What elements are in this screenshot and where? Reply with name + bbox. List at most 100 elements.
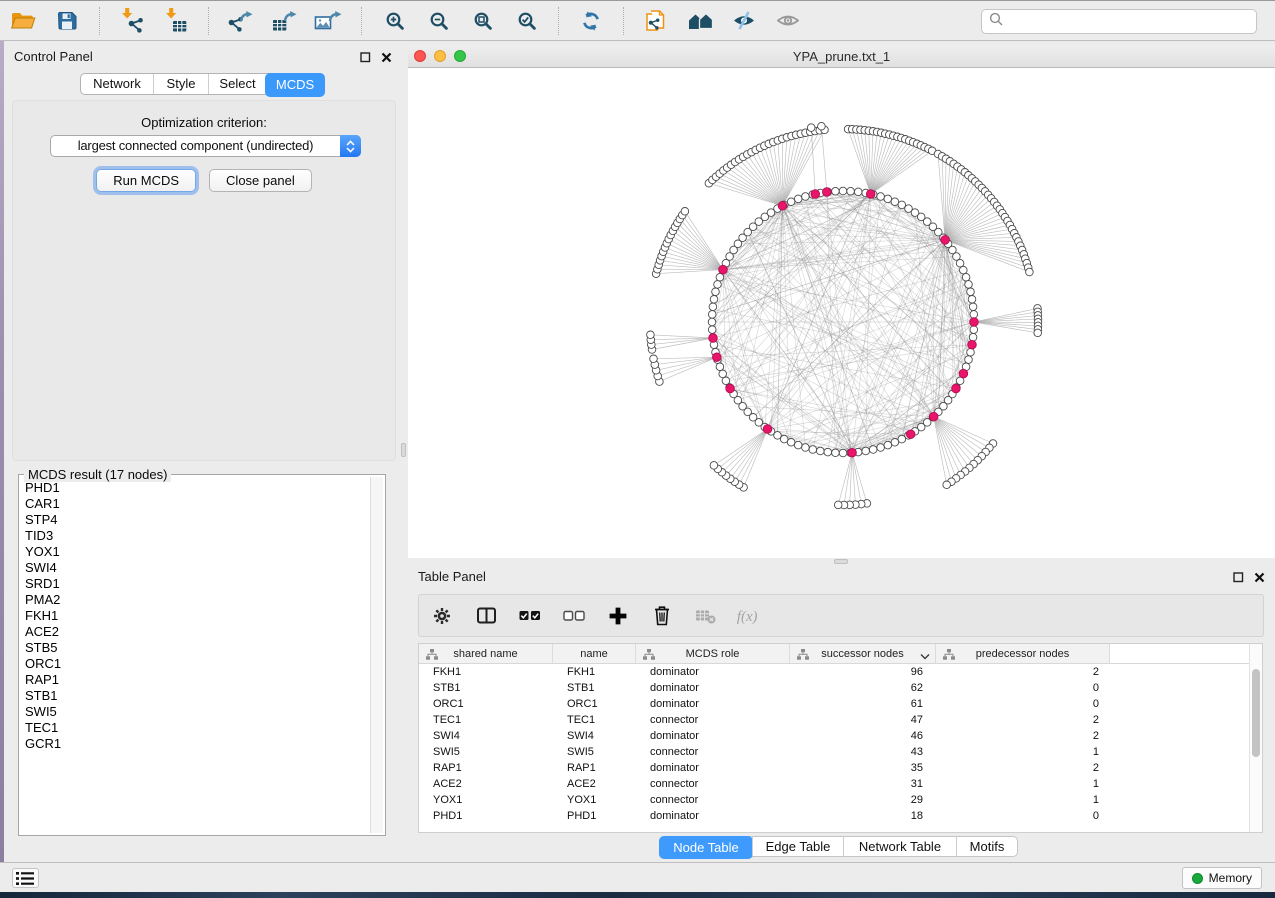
mcds-result-item[interactable]: SWI5 — [25, 704, 369, 720]
zoom-selected-icon[interactable] — [511, 6, 541, 36]
mcds-result-item[interactable]: ORC1 — [25, 656, 369, 672]
mcds-result-item[interactable]: GCR1 — [25, 736, 369, 752]
export-image-icon[interactable] — [314, 6, 344, 36]
table-tabs: Node Table Edge Table Network Table Moti… — [659, 836, 1018, 857]
criterion-dropdown[interactable]: largest connected component (undirected) — [50, 135, 361, 157]
mcds-result-item[interactable]: PMA2 — [25, 592, 369, 608]
table-row[interactable]: YOX1YOX1connector291 — [419, 792, 1262, 808]
table-row[interactable]: PHD1PHD1dominator180 — [419, 808, 1262, 824]
import-table-icon[interactable] — [161, 6, 191, 36]
mcds-result-item[interactable]: SRD1 — [25, 576, 369, 592]
node-table-body: FKH1FKH1dominator962STB1STB1dominator620… — [419, 664, 1262, 824]
task-history-button[interactable] — [12, 868, 39, 888]
table-row[interactable]: STB1STB1dominator620 — [419, 680, 1262, 696]
scrollbar-thumb[interactable] — [1252, 669, 1260, 757]
table-cell-shared-name: FKH1 — [419, 664, 553, 680]
mcds-result-group: MCDS result (17 nodes) PHD1CAR1STP4TID3Y… — [18, 474, 386, 836]
close-panel-icon[interactable] — [1254, 570, 1265, 588]
mcds-result-item[interactable]: TEC1 — [25, 720, 369, 736]
mcds-result-item[interactable]: FKH1 — [25, 608, 369, 624]
select-all-icon[interactable] — [516, 602, 544, 630]
add-column-icon[interactable] — [604, 602, 632, 630]
import-network-icon[interactable] — [117, 6, 147, 36]
close-panel-icon[interactable] — [381, 50, 392, 68]
window-maximize-icon[interactable] — [454, 50, 466, 62]
network-graph[interactable] — [408, 68, 1275, 558]
tab-select[interactable]: Select — [208, 74, 266, 94]
close-panel-button[interactable]: Close panel — [209, 169, 312, 192]
clone-network-icon[interactable] — [641, 6, 671, 36]
tab-mcds[interactable]: MCDS — [265, 73, 325, 97]
network-window-titlebar: YPA_prune.txt_1 — [408, 45, 1275, 68]
table-row[interactable]: ORC1ORC1dominator610 — [419, 696, 1262, 712]
column-header-predecessor-nodes[interactable]: predecessor nodes — [936, 644, 1110, 663]
export-network-icon[interactable] — [226, 6, 256, 36]
split-view-icon[interactable] — [472, 602, 500, 630]
table-scrollbar[interactable] — [1249, 644, 1262, 832]
table-row[interactable]: SWI4SWI4dominator462 — [419, 728, 1262, 744]
memory-button[interactable]: Memory — [1182, 867, 1262, 889]
memory-status-icon — [1192, 873, 1203, 884]
save-icon[interactable] — [52, 6, 82, 36]
column-header-shared-name[interactable]: shared name — [419, 644, 553, 663]
mcds-result-item[interactable]: RAP1 — [25, 672, 369, 688]
export-table-icon[interactable] — [270, 6, 300, 36]
result-scrollbar[interactable] — [370, 477, 383, 833]
tab-edge-table[interactable]: Edge Table — [752, 837, 843, 856]
table-cell-predecessor-nodes: 2 — [936, 728, 1110, 744]
tab-network[interactable]: Network — [81, 74, 153, 94]
table-row[interactable]: SWI5SWI5connector431 — [419, 744, 1262, 760]
control-panel-title: Control Panel — [14, 49, 93, 64]
network-view[interactable] — [408, 68, 1275, 558]
table-row[interactable]: ACE2ACE2connector311 — [419, 776, 1262, 792]
vertical-split-divider[interactable] — [400, 41, 408, 862]
refresh-layout-icon[interactable] — [576, 6, 606, 36]
mcds-result-item[interactable]: SWI4 — [25, 560, 369, 576]
network-overview-icon[interactable] — [685, 6, 715, 36]
open-folder-icon[interactable] — [8, 6, 38, 36]
float-panel-icon[interactable] — [360, 50, 371, 68]
window-minimize-icon[interactable] — [434, 50, 446, 62]
tab-network-table[interactable]: Network Table — [843, 837, 956, 856]
column-header-successor-nodes[interactable]: successor nodes — [790, 644, 936, 663]
toolbar-separator — [361, 7, 362, 35]
mcds-tab-content: Optimization criterion: largest connecte… — [12, 100, 396, 461]
search-field[interactable] — [981, 9, 1257, 34]
hide-graphics-details-icon[interactable] — [729, 6, 759, 36]
table-row[interactable]: TEC1TEC1connector472 — [419, 712, 1262, 728]
delete-column-icon[interactable] — [648, 602, 676, 630]
column-header-mcds-role[interactable]: MCDS role — [636, 644, 790, 663]
table-cell-shared-name: STB1 — [419, 680, 553, 696]
mcds-result-item[interactable]: ACE2 — [25, 624, 369, 640]
mcds-result-item[interactable]: STB5 — [25, 640, 369, 656]
zoom-in-icon[interactable] — [379, 6, 409, 36]
gear-icon[interactable] — [428, 602, 456, 630]
divider-grip-icon[interactable] — [834, 559, 848, 564]
zoom-out-icon[interactable] — [423, 6, 453, 36]
search-input[interactable] — [1007, 10, 1256, 33]
show-graphics-details-icon — [773, 6, 803, 36]
mcds-result-item[interactable]: CAR1 — [25, 496, 369, 512]
column-header-name[interactable]: name — [553, 644, 636, 663]
memory-label: Memory — [1209, 871, 1252, 885]
mcds-result-item[interactable]: STP4 — [25, 512, 369, 528]
tab-style[interactable]: Style — [153, 74, 208, 94]
run-mcds-button[interactable]: Run MCDS — [96, 169, 196, 192]
mcds-result-item[interactable]: STB1 — [25, 688, 369, 704]
mcds-result-item[interactable]: YOX1 — [25, 544, 369, 560]
window-close-icon[interactable] — [414, 50, 426, 62]
zoom-fit-icon[interactable] — [467, 6, 497, 36]
table-cell-predecessor-nodes: 2 — [936, 712, 1110, 728]
table-cell-successor-nodes: 46 — [790, 728, 936, 744]
deselect-all-icon[interactable] — [560, 602, 588, 630]
table-row[interactable]: FKH1FKH1dominator962 — [419, 664, 1262, 680]
mcds-result-item[interactable]: PHD1 — [25, 480, 369, 496]
tab-node-table[interactable]: Node Table — [659, 836, 753, 859]
table-row[interactable]: RAP1RAP1dominator352 — [419, 760, 1262, 776]
horizontal-split-divider[interactable] — [408, 558, 1275, 565]
mcds-result-item[interactable]: TID3 — [25, 528, 369, 544]
tab-motifs[interactable]: Motifs — [956, 837, 1017, 856]
divider-grip-icon[interactable] — [401, 443, 406, 457]
toolbar-separator — [623, 7, 624, 35]
float-panel-icon[interactable] — [1233, 570, 1244, 588]
